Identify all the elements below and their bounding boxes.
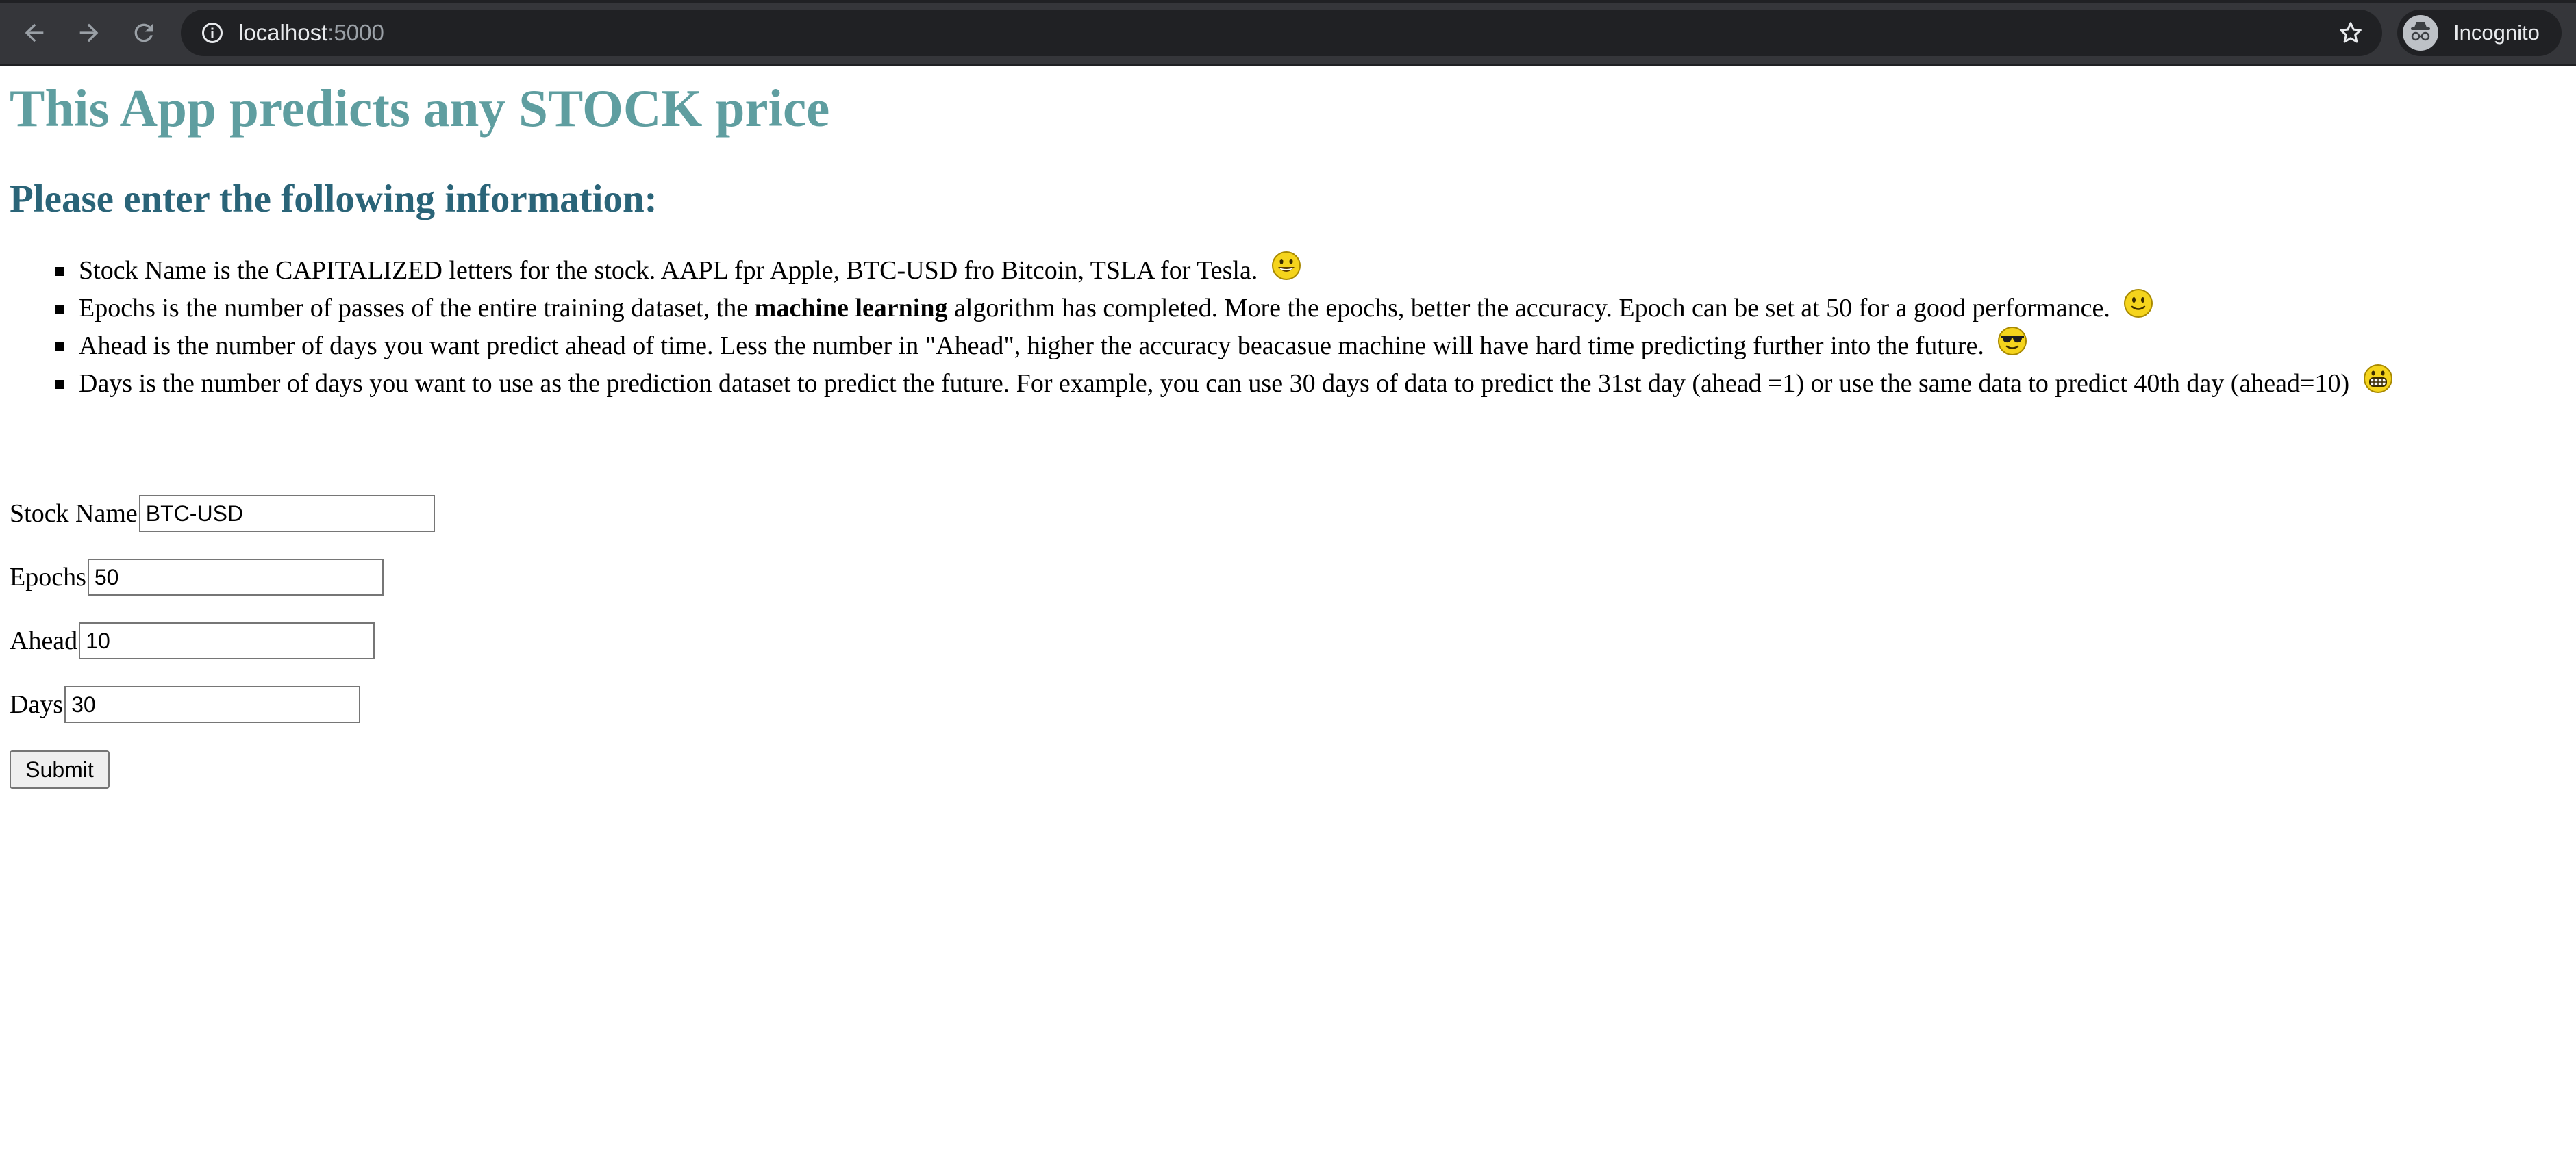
bullet-text-before: Epochs is the number of passes of the en… <box>79 294 755 322</box>
tab-strip-edge <box>0 0 2576 3</box>
reload-button[interactable] <box>123 12 164 53</box>
stock-name-label: Stock Name <box>10 499 138 528</box>
bullet-text: Stock Name is the CAPITALIZED letters fo… <box>79 256 1258 285</box>
bullet-icon <box>55 380 64 389</box>
bullet-text: Days is the number of days you want to u… <box>79 369 2350 398</box>
epochs-row: Epochs <box>10 558 384 596</box>
bullet-icon <box>55 342 64 351</box>
ahead-label: Ahead <box>10 627 78 655</box>
days-input[interactable] <box>64 686 361 723</box>
epochs-label: Epochs <box>10 563 86 592</box>
stock-name-input[interactable] <box>138 495 435 532</box>
star-icon[interactable] <box>2337 19 2364 47</box>
page-title: This App predicts any STOCK price <box>10 79 830 138</box>
bullet-icon <box>55 267 64 276</box>
arrow-left-icon <box>21 19 48 47</box>
bullet-text: Ahead is the number of days you want pre… <box>79 331 1984 360</box>
profile-button[interactable]: Incognito <box>2397 10 2562 56</box>
page-subtitle: Please enter the following information: <box>10 177 658 220</box>
list-item: Stock Name is the CAPITALIZED letters fo… <box>0 251 2393 290</box>
address-bar[interactable]: localhost:5000 <box>181 10 2382 56</box>
forward-button[interactable] <box>68 12 110 53</box>
days-label: Days <box>10 690 64 719</box>
list-item: Epochs is the number of passes of the en… <box>0 288 2393 327</box>
epochs-input[interactable] <box>87 559 384 596</box>
info-icon[interactable] <box>200 21 225 45</box>
slightly-smiling-face-icon <box>2123 288 2153 318</box>
bullet-icon <box>55 305 64 314</box>
browser-toolbar: localhost:5000 Incognito <box>0 0 2576 66</box>
page-content: This App predicts any STOCK price Please… <box>0 66 2576 1164</box>
arrow-right-icon <box>75 19 103 47</box>
list-item: Days is the number of days you want to u… <box>0 364 2393 403</box>
stock-name-row: Stock Name <box>10 494 435 533</box>
incognito-icon <box>2403 15 2438 51</box>
back-button[interactable] <box>14 12 55 53</box>
list-item: Ahead is the number of days you want pre… <box>0 327 2393 365</box>
grimacing-face-icon <box>2363 364 2393 394</box>
instructions-list: Stock Name is the CAPITALIZED letters fo… <box>0 251 2393 403</box>
days-row: Days <box>10 685 361 724</box>
ahead-row: Ahead <box>10 622 375 660</box>
sunglasses-face-icon <box>1997 326 2027 356</box>
url-host: localhost <box>238 20 328 45</box>
submit-button[interactable]: Submit <box>10 750 110 789</box>
profile-label: Incognito <box>2453 21 2540 45</box>
bullet-text-after: algorithm has completed. More the epochs… <box>947 294 2110 322</box>
bullet-text-bold: machine learning <box>754 294 948 322</box>
ahead-input[interactable] <box>79 622 375 659</box>
url-text: localhost:5000 <box>238 10 384 56</box>
grinning-face-icon <box>1271 251 1301 281</box>
url-port: :5000 <box>327 20 384 45</box>
reload-icon <box>130 19 158 47</box>
